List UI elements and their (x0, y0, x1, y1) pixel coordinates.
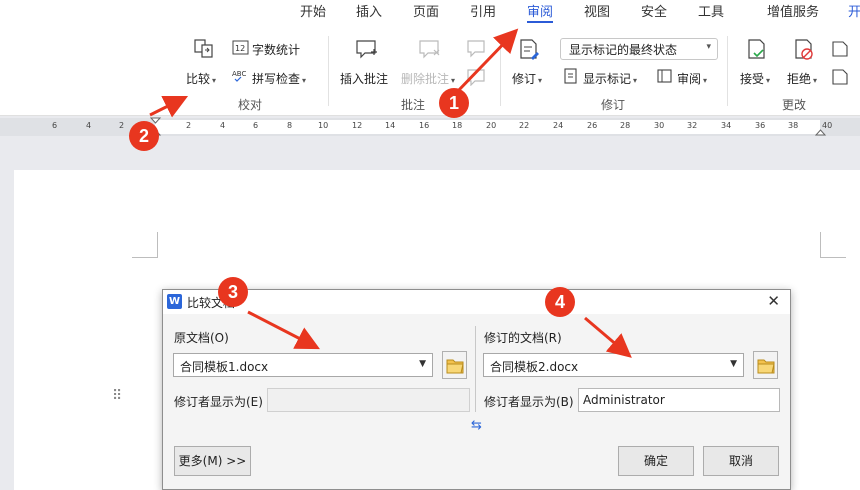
annotation-badge-3: 3 (218, 277, 248, 307)
arrow-to-revised-document (584, 316, 632, 358)
arrow-to-review-tab (455, 28, 519, 94)
annotation-arrows (149, 28, 632, 358)
arrow-to-original-document (247, 310, 320, 350)
annotation-badge-1: 1 (439, 88, 469, 118)
annotation-badge-4: 4 (545, 287, 575, 317)
annotation-badge-2: 2 (129, 121, 159, 151)
arrow-to-compare-button (149, 95, 189, 118)
